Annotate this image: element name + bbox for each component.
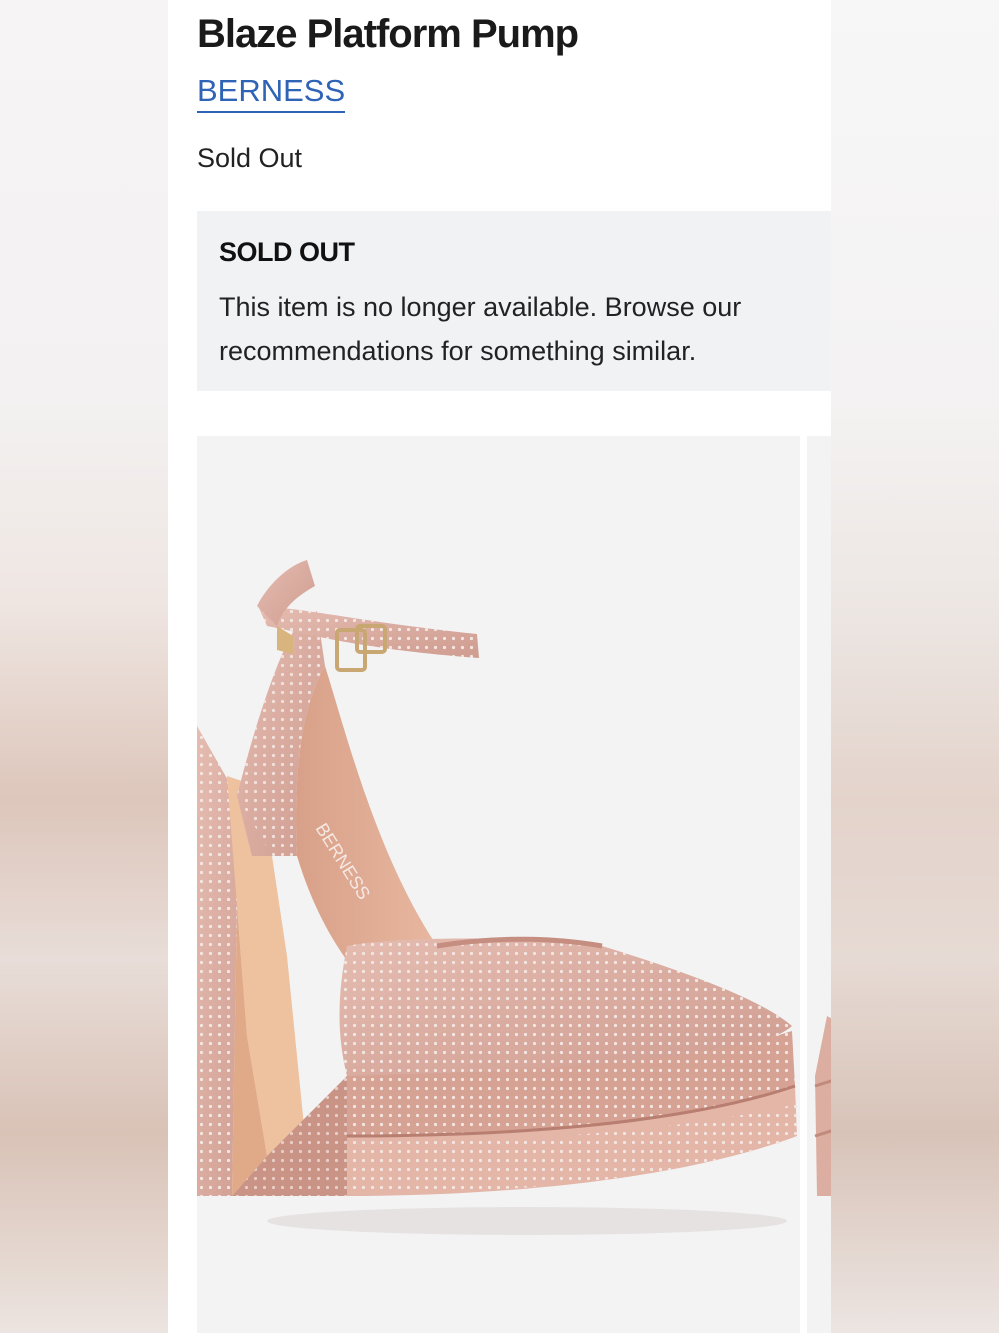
availability-status: Sold Out <box>197 143 303 173</box>
product-title: Blaze Platform Pump <box>197 12 579 56</box>
blurred-backdrop-left <box>0 0 168 1333</box>
product-image-gallery[interactable]: BERNESS <box>197 436 831 1333</box>
brand-link[interactable]: BERNESS <box>197 73 346 113</box>
product-page: Blaze Platform Pump BERNESS Sold Out SOL… <box>168 0 831 1333</box>
shoe-image-next <box>814 1016 831 1196</box>
notice-body: This item is no longer available. Browse… <box>219 292 742 366</box>
sold-out-notice: SOLD OUT This item is no longer availabl… <box>197 211 831 391</box>
notice-heading: SOLD OUT <box>219 237 355 267</box>
gallery-slide-main[interactable]: BERNESS <box>197 436 800 1333</box>
gallery-slide-next[interactable] <box>807 436 831 1333</box>
blurred-backdrop-right <box>831 0 999 1333</box>
shoe-image: BERNESS <box>197 560 797 1235</box>
